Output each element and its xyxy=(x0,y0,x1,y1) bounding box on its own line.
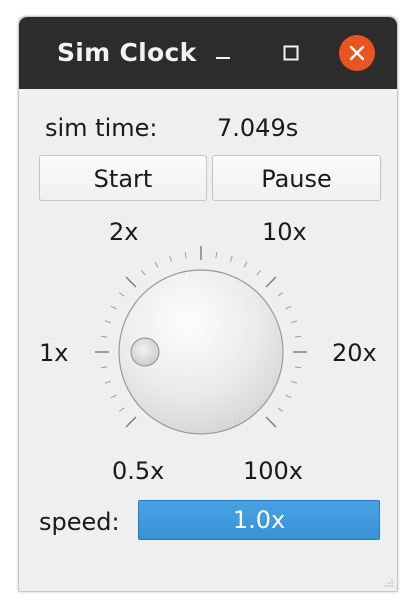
dial-label-0.5x: 0.5x xyxy=(112,457,165,485)
sim-clock-window: Sim Clock sim time: 7.049s Start Pause 2… xyxy=(18,16,398,592)
dial-minor-tick xyxy=(243,261,248,268)
speed-dial[interactable] xyxy=(19,17,397,487)
dial-minor-tick xyxy=(118,292,125,297)
dial-minor-tick xyxy=(277,292,284,297)
dial-minor-tick xyxy=(291,320,298,324)
dial-minor-tick xyxy=(291,380,298,384)
dial-minor-tick xyxy=(101,335,108,338)
dial-minor-tick xyxy=(141,269,146,276)
resize-grip-icon[interactable] xyxy=(384,578,394,588)
dial-minor-tick xyxy=(110,305,117,310)
dial-label-2x: 2x xyxy=(109,218,139,246)
dial-major-tick xyxy=(125,276,137,288)
speed-bar: 1.0x xyxy=(138,500,380,540)
dial-minor-tick xyxy=(110,394,117,399)
dial-minor-tick xyxy=(229,255,233,262)
dial-minor-tick xyxy=(294,366,301,369)
dial-minor-tick xyxy=(118,407,125,412)
dial-minor-tick xyxy=(285,305,292,310)
dial-minor-tick xyxy=(285,394,292,399)
dial-label-20x: 20x xyxy=(332,339,377,367)
dial-major-tick xyxy=(265,416,277,428)
dial-label-10x: 10x xyxy=(262,218,307,246)
dial-minor-tick xyxy=(154,261,159,268)
speed-label: speed: xyxy=(39,508,120,536)
dial-minor-tick xyxy=(215,252,218,259)
dial-minor-tick xyxy=(184,252,187,259)
speed-value: 1.0x xyxy=(232,506,286,534)
dial-minor-tick xyxy=(104,380,111,384)
dial-minor-tick xyxy=(256,269,261,276)
dial-minor-tick xyxy=(104,320,111,324)
dial-label-100x: 100x xyxy=(243,457,304,485)
dial-major-tick xyxy=(265,276,277,288)
dial-minor-tick xyxy=(101,366,108,369)
dial-major-tick xyxy=(125,416,137,428)
dial-minor-tick xyxy=(169,255,173,262)
dial-label-1x: 1x xyxy=(39,339,69,367)
dial-minor-tick xyxy=(294,335,301,338)
dial-minor-tick xyxy=(277,407,284,412)
dial-indicator xyxy=(130,337,160,367)
